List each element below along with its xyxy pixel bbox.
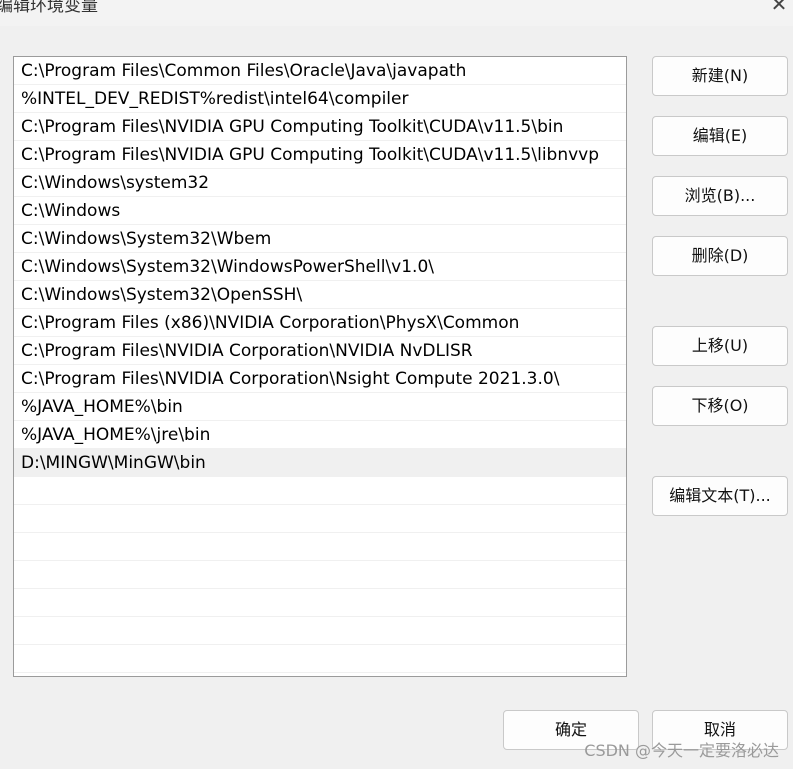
watermark: CSDN @今天一定要洛必达	[584, 741, 779, 760]
empty-row	[14, 617, 626, 645]
list-item[interactable]: C:\Program Files\NVIDIA GPU Computing To…	[14, 113, 626, 141]
list-item[interactable]: C:\Program Files\NVIDIA Corporation\Nsig…	[14, 365, 626, 393]
list-item[interactable]: C:\Program Files\NVIDIA Corporation\NVID…	[14, 337, 626, 365]
browse-button[interactable]: 浏览(B)...	[652, 176, 788, 216]
list-item[interactable]: C:\Windows\System32\Wbem	[14, 225, 626, 253]
title-bar: 编辑环境变量 ✕	[0, 0, 793, 26]
edit-button[interactable]: 编辑(E)	[652, 116, 788, 156]
empty-row	[14, 561, 626, 589]
path-list[interactable]: C:\Program Files\Common Files\Oracle\Jav…	[13, 56, 627, 677]
empty-row	[14, 477, 626, 505]
list-item[interactable]: C:\Program Files\Common Files\Oracle\Jav…	[14, 57, 626, 85]
list-item-selected[interactable]: D:\MINGW\MinGW\bin	[14, 449, 626, 477]
empty-row	[14, 533, 626, 561]
list-item[interactable]: C:\Windows\System32\OpenSSH\	[14, 281, 626, 309]
move-up-button[interactable]: 上移(U)	[652, 326, 788, 366]
empty-row	[14, 505, 626, 533]
new-button[interactable]: 新建(N)	[652, 56, 788, 96]
window-title: 编辑环境变量	[0, 0, 98, 16]
list-item[interactable]: %JAVA_HOME%\jre\bin	[14, 421, 626, 449]
close-icon[interactable]: ✕	[765, 0, 793, 18]
empty-row	[14, 645, 626, 673]
edit-text-button[interactable]: 编辑文本(T)...	[652, 476, 788, 516]
list-item[interactable]: C:\Windows	[14, 197, 626, 225]
list-item[interactable]: C:\Windows\System32\WindowsPowerShell\v1…	[14, 253, 626, 281]
delete-button[interactable]: 删除(D)	[652, 236, 788, 276]
list-item[interactable]: %INTEL_DEV_REDIST%redist\intel64\compile…	[14, 85, 626, 113]
empty-row	[14, 589, 626, 617]
move-down-button[interactable]: 下移(O)	[652, 386, 788, 426]
list-item[interactable]: C:\Program Files (x86)\NVIDIA Corporatio…	[14, 309, 626, 337]
list-item[interactable]: %JAVA_HOME%\bin	[14, 393, 626, 421]
list-item[interactable]: C:\Windows\system32	[14, 169, 626, 197]
list-item[interactable]: C:\Program Files\NVIDIA GPU Computing To…	[14, 141, 626, 169]
